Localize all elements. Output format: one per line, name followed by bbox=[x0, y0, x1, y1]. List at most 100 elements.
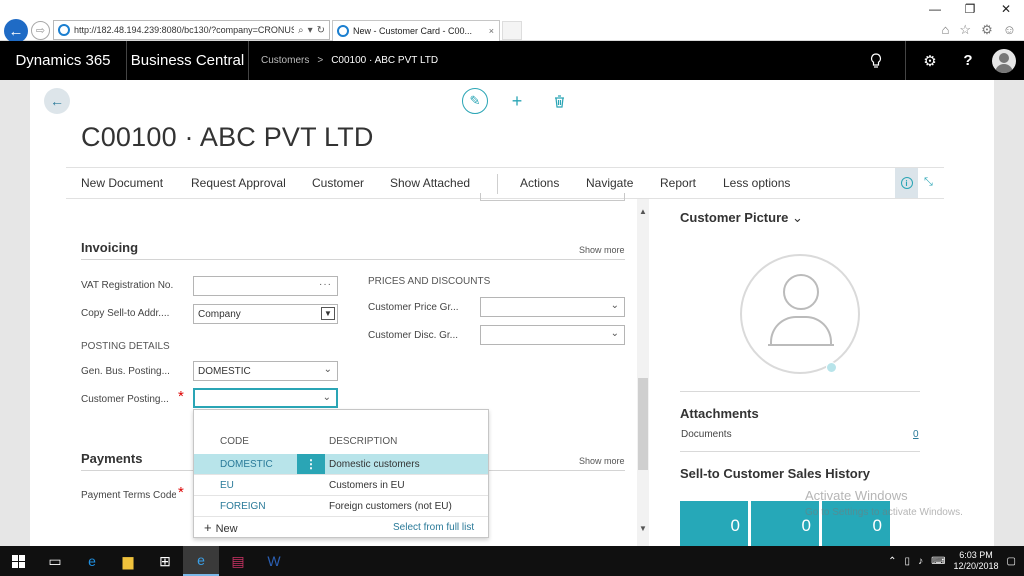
customer-disc-group-field[interactable]: ⌄ bbox=[480, 325, 625, 345]
action-less-options[interactable]: Less options bbox=[723, 176, 790, 190]
edit-pencil-icon[interactable]: ✎ bbox=[462, 88, 488, 114]
windows-start-icon[interactable] bbox=[0, 546, 36, 576]
lookup-row-description[interactable]: Domestic customers bbox=[329, 459, 420, 470]
invoicing-title[interactable]: Invoicing bbox=[81, 240, 138, 255]
browser-tab[interactable]: New - Customer Card - C00... × bbox=[332, 20, 500, 41]
favorites-star-icon[interactable]: ☆ bbox=[959, 22, 971, 38]
scroll-up-icon[interactable]: ▲ bbox=[639, 207, 647, 216]
sales-history-tile[interactable]: 0 bbox=[680, 501, 748, 546]
help-icon[interactable]: ? bbox=[956, 41, 980, 80]
customer-picture[interactable] bbox=[740, 254, 860, 374]
notifications-icon[interactable]: ▢ bbox=[1007, 556, 1016, 567]
refresh-icon[interactable]: ↻ bbox=[317, 25, 325, 36]
tray-chevron-icon[interactable]: ⌃ bbox=[888, 556, 896, 567]
file-explorer-icon[interactable]: ▆ bbox=[110, 546, 146, 576]
customer-picture-title[interactable]: Customer Picture ⌄ bbox=[680, 210, 803, 226]
brand-name[interactable]: Dynamics 365 bbox=[0, 41, 127, 80]
search-icon[interactable]: ⌕ bbox=[298, 25, 304, 36]
more-options-icon[interactable]: ⋮ bbox=[297, 454, 325, 474]
action-customer[interactable]: Customer bbox=[312, 176, 364, 190]
lookup-new-button[interactable]: + New bbox=[204, 520, 238, 535]
documents-count-link[interactable]: 0 bbox=[913, 429, 919, 440]
action-show-attached[interactable]: Show Attached bbox=[390, 176, 470, 190]
customer-posting-field[interactable]: ⌄ bbox=[193, 388, 338, 408]
browser-back-button[interactable]: ← bbox=[4, 19, 28, 43]
scrollbar-thumb[interactable] bbox=[638, 378, 648, 470]
chevron-down-icon[interactable]: ⌄ bbox=[324, 364, 332, 375]
action-new-document[interactable]: New Document bbox=[81, 176, 163, 190]
select-from-full-list-link[interactable]: Select from full list bbox=[393, 522, 474, 533]
clock-date: 12/20/2018 bbox=[953, 561, 999, 571]
previous-field-edge bbox=[480, 193, 625, 201]
keyboard-icon[interactable]: ⌨ bbox=[931, 556, 945, 567]
action-actions[interactable]: Actions bbox=[520, 176, 559, 190]
volume-icon[interactable]: ♪ bbox=[918, 556, 923, 567]
lookup-new-label: New bbox=[215, 523, 238, 535]
select-arrow-icon[interactable]: ▼ bbox=[321, 307, 335, 320]
lookup-row[interactable]: FOREIGN Foreign customers (not EU) bbox=[194, 496, 488, 516]
action-navigate[interactable]: Navigate bbox=[586, 176, 633, 190]
tab-close-icon[interactable]: × bbox=[489, 26, 494, 36]
product-name[interactable]: Business Central bbox=[127, 41, 249, 80]
network-icon[interactable]: ▯ bbox=[905, 556, 911, 567]
sales-history-title[interactable]: Sell-to Customer Sales History bbox=[680, 466, 870, 481]
ellipsis-icon[interactable]: ··· bbox=[319, 279, 332, 290]
collapse-icon[interactable]: ⤡ bbox=[924, 176, 933, 189]
home-icon[interactable]: ⌂ bbox=[942, 22, 950, 38]
dropdown-icon[interactable]: ▾ bbox=[308, 25, 313, 36]
scrollbar-track[interactable] bbox=[637, 199, 649, 546]
vat-registration-field[interactable]: ··· bbox=[193, 276, 338, 296]
gear-icon[interactable]: ⚙ bbox=[918, 41, 942, 80]
app-stack-icon[interactable]: ▤ bbox=[220, 546, 256, 576]
store-icon[interactable]: ⊞ bbox=[147, 546, 183, 576]
lookup-row-description[interactable]: Foreign customers (not EU) bbox=[329, 501, 452, 512]
word-icon[interactable]: W bbox=[256, 546, 292, 576]
lookup-row-code[interactable]: EU bbox=[220, 480, 234, 491]
lookup-row[interactable]: DOMESTIC ⋮ Domestic customers bbox=[194, 454, 488, 474]
gen-bus-posting-field[interactable]: DOMESTIC ⌄ bbox=[193, 361, 338, 381]
factbox-toggle-button[interactable]: i bbox=[895, 168, 918, 198]
chevron-down-icon[interactable]: ⌄ bbox=[611, 328, 619, 339]
minimize-icon[interactable]: — bbox=[925, 2, 945, 16]
breadcrumb: Customers > C00100 · ABC PVT LTD bbox=[261, 55, 438, 66]
gen-bus-posting-label: Gen. Bus. Posting... bbox=[81, 366, 170, 377]
address-bar[interactable]: http://182.48.194.239:8080/bc130/?compan… bbox=[53, 20, 330, 40]
vat-registration-label: VAT Registration No. bbox=[81, 280, 174, 291]
smiley-icon[interactable]: ☺ bbox=[1003, 22, 1016, 38]
person-body-icon bbox=[770, 316, 832, 344]
back-arrow-icon[interactable]: ← bbox=[44, 88, 70, 114]
add-plus-icon[interactable]: + bbox=[505, 88, 529, 114]
lookup-row-code[interactable]: FOREIGN bbox=[220, 501, 266, 512]
restore-icon[interactable]: ❐ bbox=[960, 2, 980, 16]
scroll-down-icon[interactable]: ▼ bbox=[639, 524, 647, 533]
lookup-row[interactable]: EU Customers in EU bbox=[194, 475, 488, 495]
settings-gear-icon[interactable]: ⚙ bbox=[981, 22, 993, 38]
documents-label: Documents bbox=[681, 429, 732, 440]
lookup-row-code[interactable]: DOMESTIC bbox=[220, 459, 273, 470]
copy-sell-to-select[interactable]: Company ▼ bbox=[193, 304, 338, 324]
avatar[interactable] bbox=[992, 49, 1016, 73]
chevron-down-icon[interactable]: ⌄ bbox=[611, 300, 619, 311]
task-view-icon[interactable]: ▭ bbox=[37, 546, 73, 576]
lightbulb-icon[interactable] bbox=[866, 41, 886, 80]
invoicing-show-more[interactable]: Show more bbox=[579, 245, 625, 255]
section-divider bbox=[81, 259, 625, 260]
action-request-approval[interactable]: Request Approval bbox=[191, 176, 286, 190]
payments-title[interactable]: Payments bbox=[81, 451, 142, 466]
chevron-down-icon[interactable]: ⌄ bbox=[323, 392, 331, 403]
address-url[interactable]: http://182.48.194.239:8080/bc130/?compan… bbox=[74, 25, 294, 35]
close-window-icon[interactable]: ✕ bbox=[996, 2, 1016, 16]
breadcrumb-customers[interactable]: Customers bbox=[261, 55, 309, 66]
new-tab-button[interactable] bbox=[502, 21, 522, 40]
edge-icon[interactable]: e bbox=[74, 546, 110, 576]
internet-explorer-icon[interactable]: e bbox=[183, 546, 219, 576]
payments-show-more[interactable]: Show more bbox=[579, 456, 625, 466]
customer-price-group-field[interactable]: ⌄ bbox=[480, 297, 625, 317]
clock[interactable]: 6:03 PM 12/20/2018 bbox=[954, 550, 999, 572]
lookup-row-description[interactable]: Customers in EU bbox=[329, 480, 405, 491]
customer-posting-label: Customer Posting... bbox=[81, 394, 169, 405]
browser-forward-button[interactable]: ⇨ bbox=[31, 21, 50, 40]
delete-trash-icon[interactable] bbox=[547, 88, 571, 114]
action-report[interactable]: Report bbox=[660, 176, 696, 190]
attachments-title[interactable]: Attachments bbox=[680, 406, 759, 421]
